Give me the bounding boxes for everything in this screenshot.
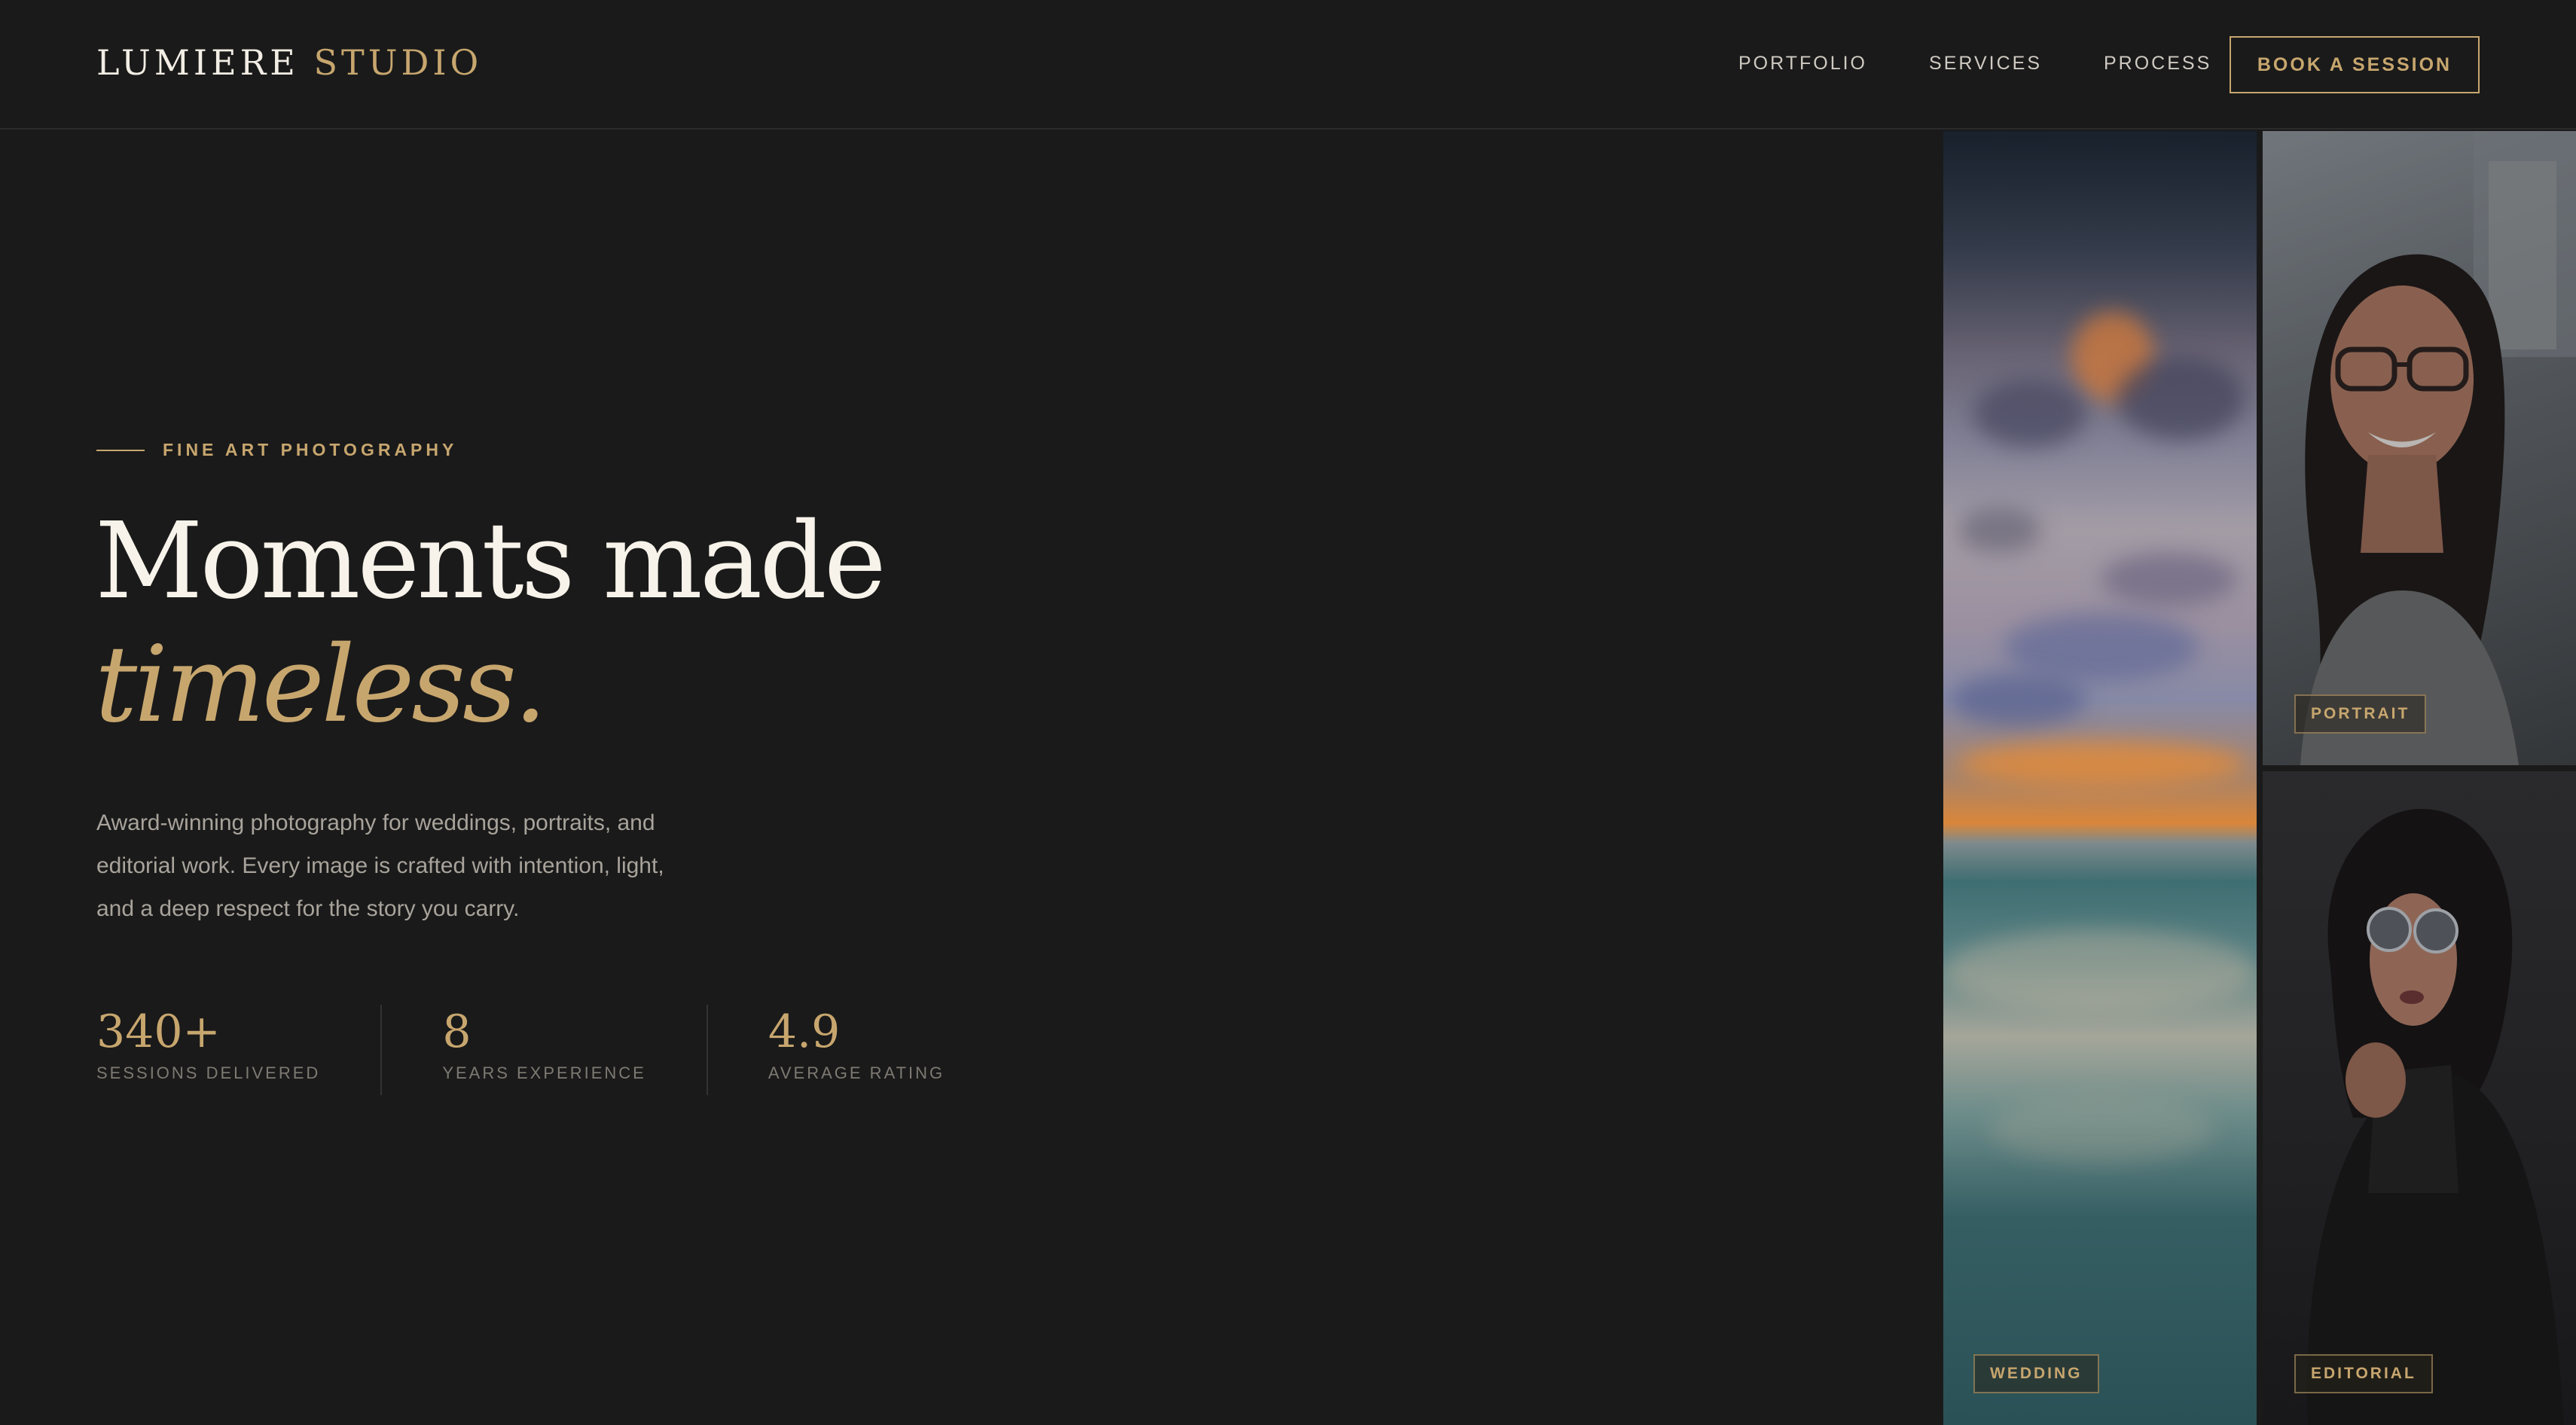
hero-description: Award-winning photography for weddings, … <box>96 810 664 921</box>
top-navigation: LUMIERE STUDIO PORTFOLIO SERVICES PROCES… <box>0 0 2576 130</box>
brand-logo[interactable]: LUMIERE STUDIO <box>96 42 482 83</box>
nav-links: PORTFOLIO SERVICES PROCESS <box>1738 53 2211 75</box>
editorial-photo <box>2306 809 2564 1425</box>
stat-experience: 8 YEARS EXPERIENCE <box>442 1005 708 1095</box>
brand-accent: STUDIO <box>313 42 483 83</box>
brand-name: LUMIERE <box>96 42 299 83</box>
gallery-tile-wedding[interactable]: WEDDING <box>1943 131 2257 1425</box>
stat-value: 4.9 <box>768 1005 841 1058</box>
headline-line-1: Moments made <box>95 500 887 623</box>
stat-value: 8 <box>442 1005 472 1058</box>
headline-line-2: timeless. <box>95 624 547 746</box>
stats-row: 340+ SESSIONS DELIVERED 8 YEARS EXPERIEN… <box>96 1005 945 1095</box>
book-session-button[interactable]: BOOK A SESSION <box>2230 36 2480 93</box>
stat-label: AVERAGE RATING <box>768 1063 945 1082</box>
cloud-shape <box>2004 613 2199 681</box>
tile-tag-wedding: WEDDING <box>1973 1354 2099 1393</box>
tile-tag-portrait: PORTRAIT <box>2294 694 2427 734</box>
stat-label: SESSIONS DELIVERED <box>96 1063 321 1082</box>
wave-highlight <box>1988 1095 2214 1163</box>
stat-value: 340+ <box>96 1005 221 1058</box>
eyebrow-text: FINE ART PHOTOGRAPHY <box>163 440 458 459</box>
wave-highlight <box>1943 929 2257 1012</box>
gallery-tile-portrait[interactable]: PORTRAIT <box>2263 131 2576 765</box>
portrait-overlay <box>2263 131 2576 765</box>
nav-link-services[interactable]: SERVICES <box>1929 53 2042 75</box>
photo-gallery: WEDDING PORTRAIT EDITORIAL <box>1943 131 2576 1425</box>
stat-sessions: 340+ SESSIONS DELIVERED <box>96 1005 383 1095</box>
sun-glow <box>1958 741 2245 786</box>
hero-eyebrow: FINE ART PHOTOGRAPHY <box>96 440 457 460</box>
tile-tag-editorial: EDITORIAL <box>2294 1354 2433 1393</box>
cloud-shape <box>2117 357 2245 440</box>
stat-rating: 4.9 AVERAGE RATING <box>768 1005 945 1095</box>
eyebrow-divider <box>96 449 145 451</box>
stat-label: YEARS EXPERIENCE <box>442 1063 646 1082</box>
hero-headline: Moments made timeless. <box>95 500 887 747</box>
cloud-shape <box>1951 673 2086 726</box>
cloud-shape <box>1973 380 2086 447</box>
cloud-shape <box>2101 553 2237 606</box>
cloud-shape <box>1958 508 2041 553</box>
nav-link-process[interactable]: PROCESS <box>2104 53 2211 75</box>
nav-link-portfolio[interactable]: PORTFOLIO <box>1738 53 1867 75</box>
landing-page: LUMIERE STUDIO PORTFOLIO SERVICES PROCES… <box>0 0 2576 1425</box>
gallery-tile-editorial[interactable]: EDITORIAL <box>2263 771 2576 1425</box>
